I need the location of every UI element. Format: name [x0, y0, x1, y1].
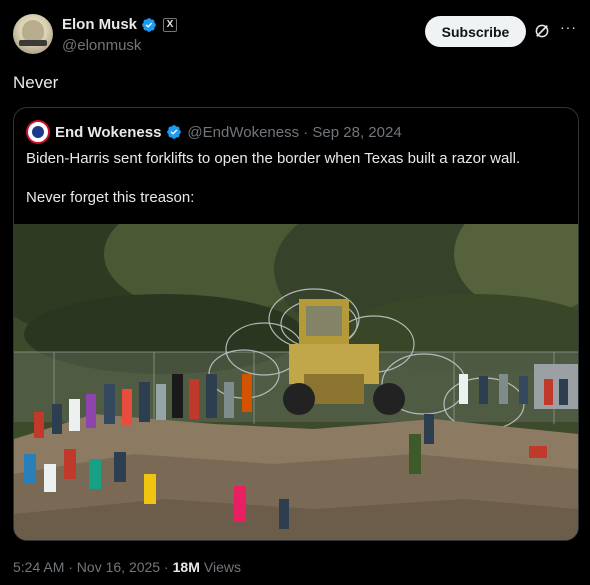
views-count: 18M	[172, 559, 200, 575]
avatar-band	[19, 40, 47, 46]
post-timestamp[interactable]: 5:24 AM · Nov 16, 2025 ·	[13, 559, 169, 575]
more-options-icon[interactable]: ···	[560, 19, 578, 39]
quoted-avatar	[26, 120, 50, 144]
quoted-handle-date: @EndWokeness · Sep 28, 2024	[187, 123, 402, 141]
quoted-media-photo[interactable]	[14, 224, 578, 540]
quoted-verified-badge-icon	[167, 125, 182, 139]
author-name[interactable]: Elon Musk	[62, 16, 137, 33]
grok-icon[interactable]	[533, 22, 551, 40]
post-text: Never	[13, 73, 59, 92]
quoted-author-name: End Wokeness	[55, 123, 162, 141]
quoted-post[interactable]: End Wokeness @EndWokeness · Sep 28, 2024…	[13, 107, 579, 541]
affiliate-x-badge-icon: X	[163, 17, 178, 32]
verified-badge-icon	[142, 17, 156, 32]
post-header: Elon Musk X @elonmusk Subscribe ···	[13, 14, 578, 58]
author-avatar[interactable]	[13, 14, 53, 54]
quoted-text-line2: Never forget this treason:	[26, 189, 195, 206]
avatar-figure	[22, 20, 44, 42]
quoted-header: End Wokeness @EndWokeness · Sep 28, 2024	[26, 120, 402, 144]
author-name-row: Elon Musk X	[62, 16, 178, 33]
author-handle[interactable]: @elonmusk	[62, 37, 141, 54]
views-label: Views	[203, 559, 241, 575]
subscribe-button[interactable]: Subscribe	[425, 16, 526, 47]
quoted-text-line1: Biden-Harris sent forklifts to open the …	[26, 150, 521, 167]
post-footer: 5:24 AM · Nov 16, 2025 · 18M Views	[13, 559, 241, 575]
